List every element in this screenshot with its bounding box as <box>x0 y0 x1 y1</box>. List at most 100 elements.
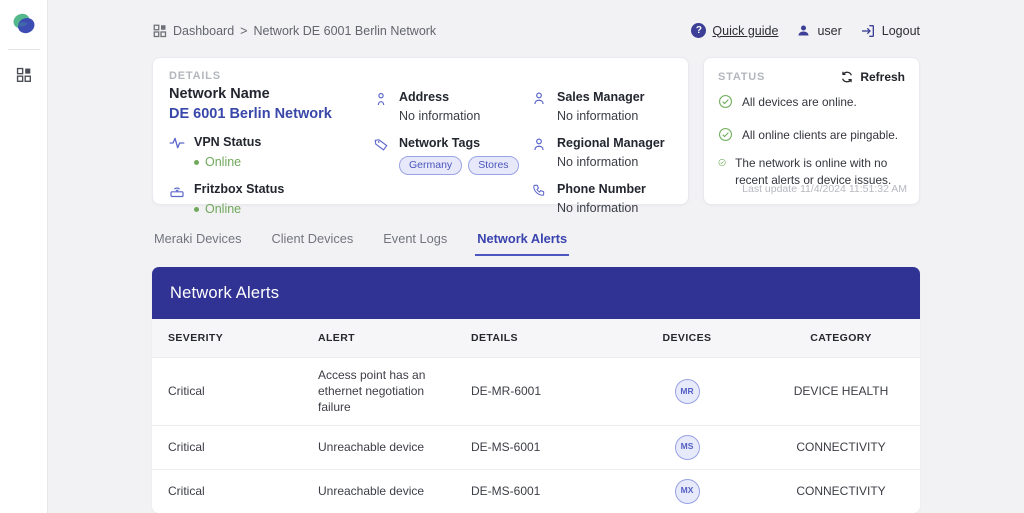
status-item: All online clients are pingable. <box>718 127 905 144</box>
phone-icon <box>532 182 548 215</box>
person-icon <box>532 90 548 123</box>
network-name-label: Network Name <box>169 86 374 102</box>
topbar: Dashboard > Network DE 6001 Berlin Netwo… <box>152 0 920 57</box>
table-row[interactable]: Critical Unreachable device DE-MS-6001 M… <box>152 469 920 513</box>
alerts-table: SEVERITY ALERT DETAILS DEVICES CATEGORY … <box>152 319 920 513</box>
brand-logo-icon <box>11 11 37 37</box>
regional-manager-value: No information <box>557 155 665 169</box>
column-header-devices: DEVICES <box>612 319 762 358</box>
fritzbox-status-field: Fritzbox Status Online <box>169 182 374 216</box>
cell-devices: MX <box>612 469 762 513</box>
cell-details: DE-MS-6001 <box>455 425 612 469</box>
person-icon <box>532 136 548 169</box>
refresh-label: Refresh <box>860 70 905 84</box>
details-col-address: Address No information Network Ta <box>374 70 532 192</box>
column-header-details: DETAILS <box>455 319 612 358</box>
logout-icon <box>860 23 876 39</box>
breadcrumb-root[interactable]: Dashboard <box>173 24 234 38</box>
pulse-icon <box>169 135 185 169</box>
brand-logo <box>11 0 37 49</box>
alerts-panel-header: Network Alerts <box>152 267 920 319</box>
details-col-network: DETAILS Network Name DE 6001 Berlin Netw… <box>169 70 374 192</box>
user-label: user <box>817 24 841 38</box>
cell-category: CONNECTIVITY <box>762 469 920 513</box>
user-icon <box>796 23 811 38</box>
status-item: All devices are online. <box>718 94 905 111</box>
dashboard-grid-icon <box>152 23 167 38</box>
location-pin-icon <box>374 90 390 123</box>
quick-guide-label: Quick guide <box>712 24 778 38</box>
cards-row: DETAILS Network Name DE 6001 Berlin Netw… <box>152 57 920 205</box>
fritzbox-status-value: Online <box>194 202 284 216</box>
details-card: DETAILS Network Name DE 6001 Berlin Netw… <box>152 57 689 205</box>
sidebar-item-dashboard[interactable] <box>12 62 36 86</box>
column-header-severity: SEVERITY <box>152 319 302 358</box>
alerts-table-header-row: SEVERITY ALERT DETAILS DEVICES CATEGORY <box>152 319 920 358</box>
device-badge[interactable]: MR <box>675 379 700 404</box>
address-field: Address No information <box>374 90 532 123</box>
cell-severity: Critical <box>152 425 302 469</box>
status-card-head: STATUS Refresh <box>718 70 905 84</box>
cell-alert: Access point has an ethernet negotiation… <box>302 358 455 426</box>
breadcrumb-current: Network DE 6001 Berlin Network <box>253 24 436 38</box>
vpn-status-field: VPN Status Online <box>169 135 374 169</box>
router-icon <box>169 182 185 216</box>
address-value: No information <box>399 109 480 123</box>
tab-event-logs[interactable]: Event Logs <box>381 229 449 254</box>
tag-chip[interactable]: Germany <box>399 156 462 175</box>
cell-alert: Unreachable device <box>302 469 455 513</box>
refresh-button[interactable]: Refresh <box>840 70 905 84</box>
breadcrumb: Dashboard > Network DE 6001 Berlin Netwo… <box>152 23 436 38</box>
check-circle-icon <box>718 127 733 142</box>
tag-icon <box>374 136 390 175</box>
sales-manager-label: Sales Manager <box>557 90 645 104</box>
regional-manager-field: Regional Manager No information <box>532 136 672 169</box>
vpn-status-label: VPN Status <box>194 135 261 149</box>
device-badge[interactable]: MS <box>675 435 700 460</box>
tab-client-devices[interactable]: Client Devices <box>269 229 355 254</box>
sidebar-nav <box>12 50 36 86</box>
refresh-icon <box>840 70 854 84</box>
breadcrumb-separator: > <box>240 24 247 38</box>
status-dot <box>194 207 199 212</box>
table-row[interactable]: Critical Unreachable device DE-MS-6001 M… <box>152 425 920 469</box>
network-tags-list: Germany Stores <box>399 156 519 175</box>
network-name-value: DE 6001 Berlin Network <box>169 106 374 122</box>
cell-details: DE-MS-6001 <box>455 469 612 513</box>
logout-button[interactable]: Logout <box>860 23 920 39</box>
quick-guide-button[interactable]: ? Quick guide <box>691 23 778 38</box>
tab-meraki-devices[interactable]: Meraki Devices <box>152 229 243 254</box>
status-items: All devices are online. All online clien… <box>718 94 905 189</box>
details-col-contacts: Sales Manager No information Regi <box>532 70 672 192</box>
status-dot <box>194 160 199 165</box>
user-menu[interactable]: user <box>796 23 841 38</box>
sales-manager-value: No information <box>557 109 645 123</box>
tab-bar: Meraki Devices Client Devices Event Logs… <box>152 229 920 258</box>
logout-label: Logout <box>882 24 920 38</box>
cell-devices: MR <box>612 358 762 426</box>
cell-category: CONNECTIVITY <box>762 425 920 469</box>
tab-network-alerts[interactable]: Network Alerts <box>475 229 569 256</box>
status-card: STATUS Refresh <box>703 57 920 205</box>
phone-number-field: Phone Number No information <box>532 182 672 215</box>
last-update-timestamp: Last update 11/4/2024 11:51:32 AM <box>742 183 907 195</box>
dashboard-grid-icon <box>15 66 32 83</box>
phone-number-value: No information <box>557 201 646 215</box>
main-content: Dashboard > Network DE 6001 Berlin Netwo… <box>48 0 1024 513</box>
cell-details: DE-MR-6001 <box>455 358 612 426</box>
address-label: Address <box>399 90 480 104</box>
cell-severity: Critical <box>152 469 302 513</box>
sidebar <box>0 0 48 513</box>
topbar-actions: ? Quick guide user Logout <box>691 23 920 39</box>
cell-category: DEVICE HEALTH <box>762 358 920 426</box>
details-card-label: DETAILS <box>169 70 374 82</box>
check-circle-icon <box>718 155 726 170</box>
cell-devices: MS <box>612 425 762 469</box>
check-circle-icon <box>718 94 733 109</box>
question-icon: ? <box>691 23 706 38</box>
device-badge[interactable]: MX <box>675 479 700 504</box>
status-card-label: STATUS <box>718 71 765 83</box>
table-row[interactable]: Critical Access point has an ethernet ne… <box>152 358 920 426</box>
fritzbox-status-label: Fritzbox Status <box>194 182 284 196</box>
tag-chip[interactable]: Stores <box>468 156 518 175</box>
